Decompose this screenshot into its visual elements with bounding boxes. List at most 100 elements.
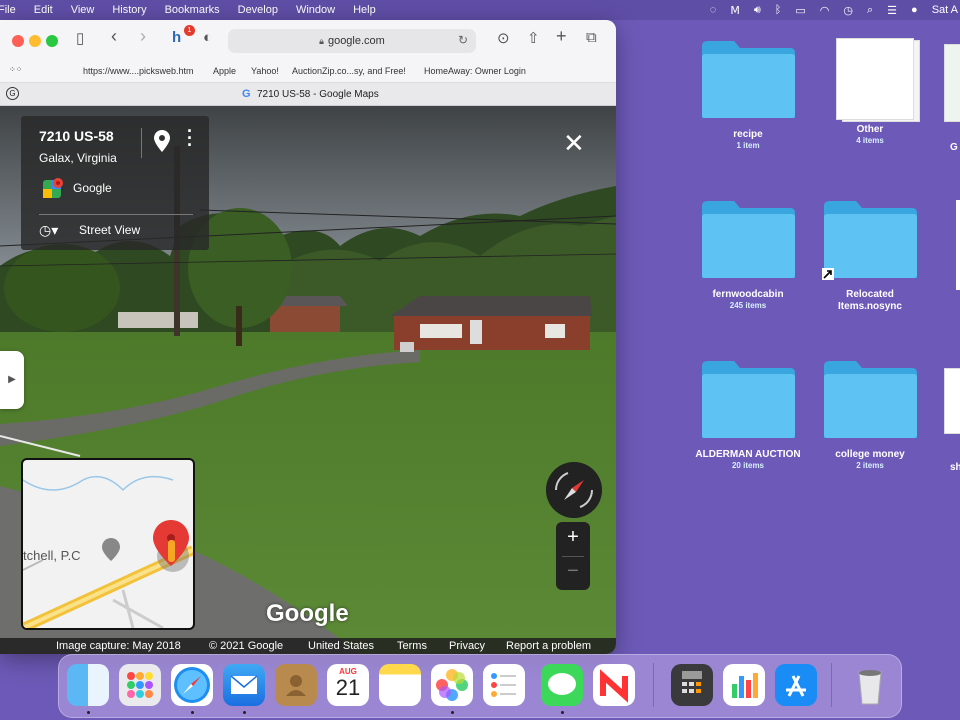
menu-window[interactable]: Window — [287, 4, 344, 16]
extension-badge: 1 — [184, 25, 195, 36]
trash-app-icon[interactable] — [849, 664, 891, 706]
wifi-icon[interactable]: ◠ — [820, 4, 830, 17]
address-bar[interactable]: 🔒︎ google.com ↻ — [228, 29, 476, 53]
desktop-folder-relocated-items[interactable]: Relocated Items.nosync — [815, 198, 925, 313]
share-icon[interactable]: ⇧ — [527, 29, 540, 47]
menu-develop[interactable]: Develop — [229, 4, 287, 16]
menu-file[interactable]: File — [0, 4, 25, 16]
desktop-folder-recipe[interactable]: recipe 1 item — [693, 38, 803, 151]
tab-overview-icon[interactable]: ⧉ — [586, 29, 597, 46]
street-view-panel[interactable]: 7210 US-58 Galax, Virginia · · · Google ◷▾… — [0, 106, 616, 654]
menu-history[interactable]: History — [103, 4, 155, 16]
notes-app-icon[interactable] — [379, 664, 421, 706]
numbers-app-icon[interactable] — [723, 664, 765, 706]
bookmark-item[interactable]: Yahoo! — [251, 66, 279, 76]
running-indicator — [243, 711, 246, 714]
bookmark-item[interactable]: AuctionZip.co...sy, and Free! — [292, 66, 406, 76]
bookmark-item[interactable]: https://www....picksweb.htm — [83, 66, 194, 76]
bluetooth-icon[interactable]: ᛒ — [775, 4, 782, 16]
grammarly-icon[interactable]: G — [6, 87, 19, 100]
desktop-doc-other[interactable]: Other 4 items — [815, 38, 925, 146]
report-problem-link[interactable]: Report a problem — [506, 640, 591, 652]
expand-panel-button[interactable]: ▶ — [0, 351, 24, 409]
calendar-app-icon[interactable]: AUG 21 — [327, 664, 369, 706]
clock-history-icon[interactable]: ◷ — [843, 4, 853, 17]
tab-title[interactable]: 7210 US-58 - Google Maps — [257, 89, 379, 100]
compass-icon[interactable] — [546, 462, 602, 518]
desktop-folder-fernwoodcabin[interactable]: fernwoodcabin 245 items — [693, 198, 803, 311]
calendar-day: 21 — [335, 675, 361, 700]
grid-icon[interactable]: ⁘⁘ — [9, 65, 22, 74]
messages-app-icon[interactable] — [541, 664, 583, 706]
safari-app-icon[interactable] — [171, 664, 213, 706]
app-store-app-icon[interactable] — [775, 664, 817, 706]
speech-bubble-icon — [548, 673, 576, 695]
control-center-icon[interactable]: ☰ — [887, 4, 897, 17]
lock-icon: 🔒︎ — [319, 35, 324, 46]
desktop-folder-alderman-auction[interactable]: ALDERMAN AUCTION 20 items — [693, 358, 803, 471]
launchpad-app-icon[interactable] — [119, 664, 161, 706]
back-icon[interactable]: ‹ — [111, 26, 117, 47]
app-store-icon — [786, 675, 806, 697]
menu-bookmarks[interactable]: Bookmarks — [156, 4, 229, 16]
partial-spreadsheet-icon[interactable] — [944, 44, 960, 122]
forward-icon[interactable]: › — [140, 26, 146, 47]
calculator-app-icon[interactable] — [671, 664, 713, 706]
zoom-window-button[interactable] — [46, 35, 58, 47]
sync-icon[interactable]: ◌ — [710, 4, 717, 16]
street-view-label[interactable]: Street View — [79, 223, 140, 237]
google-watermark: Google — [266, 600, 349, 627]
download-icon[interactable]: ⊙ — [497, 29, 510, 47]
zoom-in-button[interactable]: + — [556, 526, 590, 549]
partial-document-icon[interactable] — [956, 200, 960, 290]
mini-map[interactable]: tchell, P.C — [21, 458, 195, 630]
reload-icon[interactable]: ↻ — [458, 33, 468, 47]
time-travel-icon[interactable]: ◷▾ — [39, 222, 58, 239]
item-name: fernwoodcabin — [712, 289, 784, 300]
envelope-icon — [230, 675, 258, 694]
menu-edit[interactable]: Edit — [25, 4, 62, 16]
item-count: 2 items — [856, 461, 884, 470]
country-link[interactable]: United States — [308, 640, 374, 652]
partial-item-label: G — [950, 142, 958, 153]
terms-link[interactable]: Terms — [397, 640, 427, 652]
menu-view[interactable]: View — [62, 4, 104, 16]
menu-help[interactable]: Help — [344, 4, 385, 16]
minimize-window-button[interactable] — [29, 35, 41, 47]
running-indicator — [87, 711, 90, 714]
finder-app-icon[interactable] — [67, 664, 109, 706]
map-pin-icon[interactable] — [154, 130, 170, 152]
bookmarks-bar: ⁘⁘ https://www....picksweb.htm Apple Yah… — [0, 60, 616, 83]
siri-icon[interactable]: ● — [911, 4, 918, 16]
divider — [39, 214, 193, 215]
privacy-link[interactable]: Privacy — [449, 640, 485, 652]
close-window-button[interactable] — [12, 35, 24, 47]
malwarebytes-icon[interactable]: Ⅿ — [730, 4, 740, 17]
more-options-icon[interactable]: · · · — [187, 122, 193, 154]
battery-icon[interactable]: ▭ — [795, 4, 805, 17]
menu-clock[interactable]: Sat A — [932, 4, 958, 16]
volume-icon[interactable]: 🔊︎ — [754, 4, 761, 17]
bookmark-item[interactable]: Apple — [213, 66, 236, 76]
item-name: recipe — [733, 129, 763, 140]
sidebar-icon[interactable]: ▯ — [76, 29, 84, 47]
address-url: google.com — [327, 35, 385, 47]
zoom-out-button[interactable]: − — [556, 560, 590, 583]
bookmark-item[interactable]: HomeAway: Owner Login — [424, 66, 526, 76]
contacts-app-icon[interactable] — [275, 664, 317, 706]
menu-bar: File Edit View History Bookmarks Develop… — [0, 0, 960, 20]
provider-label[interactable]: Google — [73, 181, 112, 195]
trash-icon — [858, 670, 882, 705]
search-icon[interactable]: ⌕ — [867, 4, 873, 17]
news-app-icon[interactable] — [593, 664, 635, 706]
privacy-shield-icon[interactable]: ◐ — [203, 29, 212, 46]
copyright-label: © 2021 Google — [209, 640, 284, 652]
new-tab-icon[interactable]: + — [556, 26, 567, 47]
mail-app-icon[interactable] — [223, 664, 265, 706]
partial-image-icon[interactable] — [944, 368, 960, 434]
close-icon[interactable]: ✕ — [563, 128, 585, 159]
photos-app-icon[interactable] — [431, 664, 473, 706]
reminders-app-icon[interactable] — [483, 664, 525, 706]
desktop-folder-college-money[interactable]: college money 2 items — [815, 358, 925, 471]
honey-extension-icon[interactable]: h — [172, 29, 181, 46]
